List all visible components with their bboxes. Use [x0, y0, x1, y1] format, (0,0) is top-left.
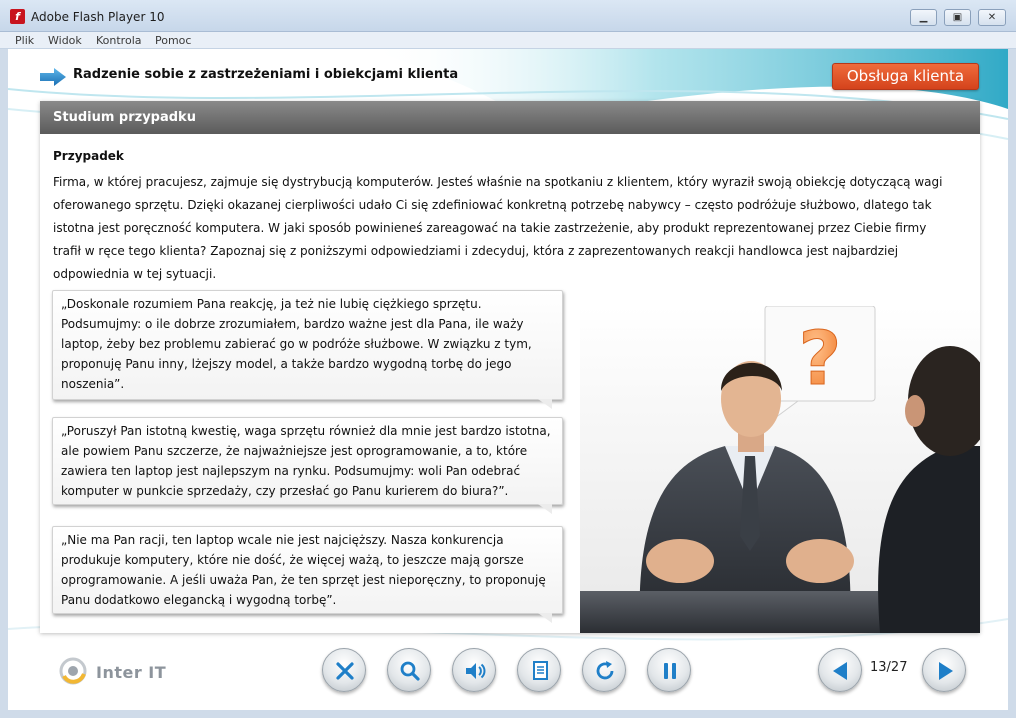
logo-text: Inter IT — [96, 663, 167, 682]
exit-button[interactable] — [322, 648, 366, 692]
header-arrow-icon — [40, 68, 66, 86]
pause-icon — [664, 663, 676, 679]
case-study-panel: Studium przypadku Przypadek Firma, w któ… — [40, 101, 980, 633]
minimize-icon: ▁ — [919, 12, 928, 23]
bubble-tail — [538, 613, 552, 623]
flash-app-icon: f — [10, 9, 25, 24]
menu-item-kontrola[interactable]: Kontrola — [96, 34, 142, 47]
bubble-tail — [538, 399, 552, 409]
bubble-tail — [538, 504, 552, 514]
close-button[interactable]: ✕ — [978, 9, 1006, 26]
reload-icon — [596, 661, 614, 680]
maximize-icon: ▣ — [952, 12, 963, 23]
search-icon — [400, 661, 420, 681]
pause-button[interactable] — [647, 648, 691, 692]
module-title: Radzenie sobie z zastrzeżeniami i obiekc… — [73, 67, 459, 82]
case-line: Firma, w której pracujesz, zajmuje się d… — [53, 175, 943, 189]
answer-line: „Nie ma Pan racji, ten laptop wcale nie … — [61, 533, 504, 547]
answer-line: komputer w punkcie sprzedaży, czy przesł… — [61, 484, 509, 498]
maximize-button[interactable]: ▣ — [944, 9, 971, 26]
panel-title: Studium przypadku — [53, 110, 196, 125]
close-icon: ✕ — [987, 12, 997, 23]
minimize-button[interactable]: ▁ — [910, 9, 937, 26]
next-page-button[interactable] — [922, 648, 966, 692]
close-x-icon — [336, 662, 354, 680]
document-button[interactable] — [517, 648, 561, 692]
answer-option-1[interactable]: „Doskonale rozumiem Pana reakcję, ja też… — [52, 290, 563, 409]
document-icon — [533, 661, 548, 680]
menu-item-pomoc[interactable]: Pomoc — [155, 34, 191, 47]
case-line: istotna jest poręczność komputera. W jak… — [53, 221, 927, 235]
menu-item-plik[interactable]: Plik — [15, 34, 34, 47]
answer-line: oprogramowanie. A jeśli uważa Pan, że te… — [61, 573, 546, 587]
arrow-right-icon — [939, 662, 953, 680]
audio-button[interactable] — [452, 648, 496, 692]
search-button[interactable] — [387, 648, 431, 692]
category-badge: Obsługa klienta — [832, 63, 979, 90]
answer-line: ale powiem Panu szczerze, że najważniejs… — [61, 444, 528, 458]
answer-line: produkuje komputery, które nie dość, że … — [61, 553, 524, 567]
window-title: Adobe Flash Player 10 — [31, 10, 165, 24]
answer-line: proponuję Panu inny, lżejszy model, a ta… — [61, 357, 512, 371]
answer-option-2[interactable]: „Poruszył Pan istotną kwestię, waga sprz… — [52, 417, 563, 514]
reload-button[interactable] — [582, 648, 626, 692]
audio-icon — [466, 663, 486, 679]
case-description: Firma, w której pracujesz, zajmuje się d… — [53, 171, 953, 286]
flash-stage: Radzenie sobie z zastrzeżeniami i obiekc… — [8, 49, 1008, 710]
answer-line: laptop, żeby bez problemu zabierać go w … — [61, 337, 532, 351]
question-mark-icon: ? — [799, 316, 842, 402]
answer-line: „Poruszył Pan istotną kwestię, waga sprz… — [61, 424, 551, 438]
answer-line: „Doskonale rozumiem Pana reakcję, ja też… — [61, 297, 482, 311]
meeting-illustration: ? — [580, 306, 980, 633]
case-line: odpowiednia w tej sytuacji. — [53, 267, 217, 281]
answer-line: Podsumujmy: o ile dobrze zrozumiałem, ba… — [61, 317, 524, 331]
page-counter: 13/27 — [870, 660, 908, 675]
answer-line: Panu dodatkowo elegancką i wygodną torbę… — [61, 593, 337, 607]
answer-option-3[interactable]: „Nie ma Pan racji, ten laptop wcale nie … — [52, 526, 563, 623]
case-line: trafił w ręce tego klienta? Zapoznaj się… — [53, 244, 899, 258]
arrow-left-icon — [833, 662, 847, 680]
case-heading: Przypadek — [53, 149, 124, 163]
question-bubble: ? — [764, 306, 876, 420]
window-titlebar: f Adobe Flash Player 10 ▁ ▣ ✕ — [0, 0, 1016, 32]
menu-item-widok[interactable]: Widok — [48, 34, 82, 47]
previous-page-button[interactable] — [818, 648, 862, 692]
menu-bar: Plik Widok Kontrola Pomoc — [0, 32, 1016, 49]
answer-line: zawiera ten laptop jest najlepszym na ry… — [61, 464, 521, 478]
answer-line: noszenia”. — [61, 377, 125, 391]
case-line: oferowanego sprzętu. Dzięki okazanej cie… — [53, 198, 932, 212]
panel-header: Studium przypadku — [40, 101, 980, 134]
